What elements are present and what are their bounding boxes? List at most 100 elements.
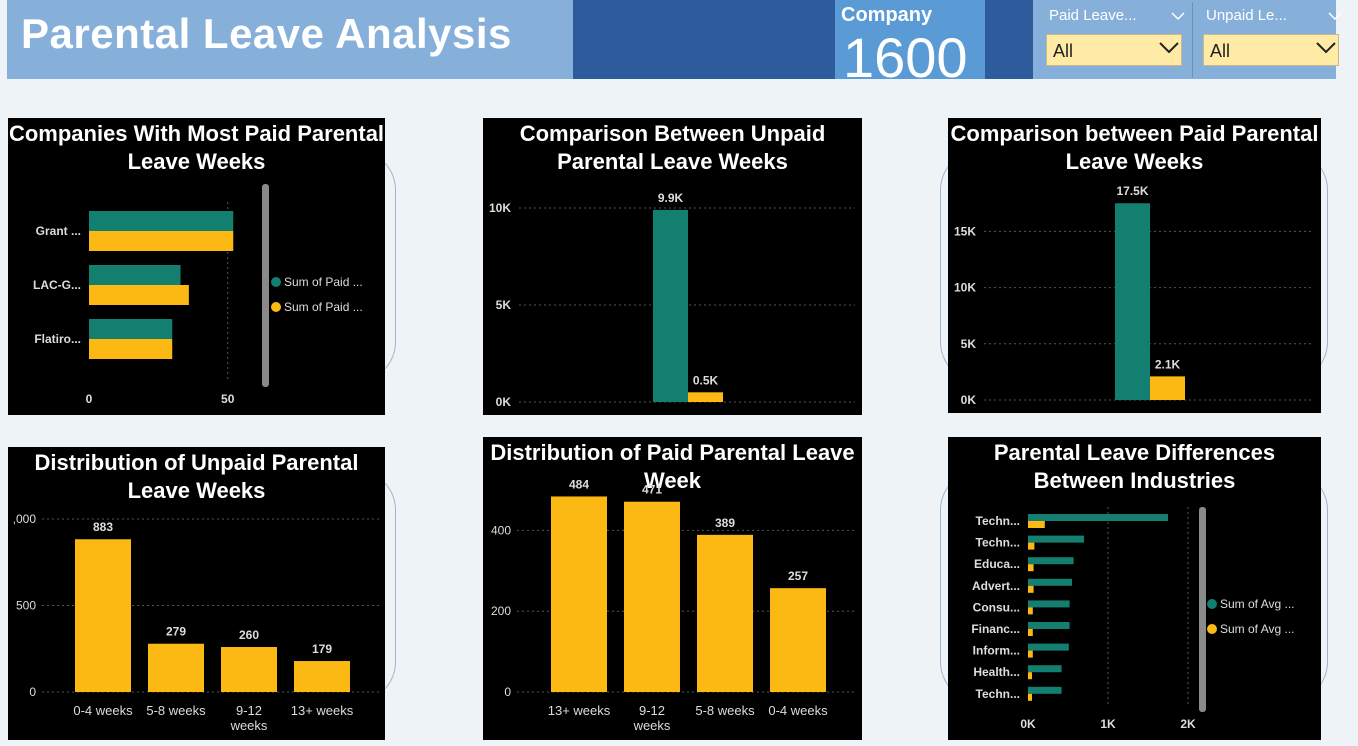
company-count-card[interactable]: Company 1600 xyxy=(835,0,985,79)
paid-leave-slicer[interactable]: Paid Leave... All xyxy=(1046,0,1191,79)
unpaid-distribution-panel[interactable]: Distribution of Unpaid Parental Leave We… xyxy=(8,447,385,740)
bar xyxy=(1028,557,1074,565)
y-tick-label: 5K xyxy=(496,298,512,312)
legend-label: Sum of Paid ... xyxy=(284,300,363,314)
bar xyxy=(1028,686,1062,694)
kpi-value: 1600 xyxy=(843,26,968,79)
slicer-title: Unpaid Le... xyxy=(1206,7,1287,24)
x-tick-label: 9-12 xyxy=(236,703,262,718)
y-tick-label: LAC-G... xyxy=(33,278,81,292)
bar xyxy=(1028,650,1033,658)
paid-leave-dropdown[interactable]: All xyxy=(1046,34,1182,66)
bar xyxy=(1028,643,1069,651)
bar xyxy=(1028,542,1035,550)
data-label: 0.5K xyxy=(693,373,719,387)
legend-label: Sum of Paid ... xyxy=(284,275,363,289)
data-label: 484 xyxy=(569,477,589,491)
y-tick-label: 10K xyxy=(954,281,976,295)
industries-panel[interactable]: Parental Leave Differences Between Indus… xyxy=(948,437,1321,740)
bar xyxy=(770,588,826,692)
x-tick-label: 9-12 xyxy=(639,703,665,718)
chevron-down-icon[interactable] xyxy=(1328,8,1342,24)
x-tick-label: 13+ weeks xyxy=(291,703,354,718)
unpaid-comparison-panel[interactable]: Comparison Between Unpaid Parental Leave… xyxy=(483,118,862,415)
bar xyxy=(688,392,723,402)
bar xyxy=(1150,376,1185,400)
legend-label: Sum of Avg ... xyxy=(1220,622,1294,636)
bar xyxy=(1028,629,1033,636)
data-label: 179 xyxy=(312,642,332,656)
paid-comparison-chart[interactable]: 0K 5K 10K 15K 17.5K 2.1K xyxy=(948,118,1321,413)
industries-bar-chart[interactable]: 0K 1K 2K Techn... Techn... Educa... Advert... C… xyxy=(948,437,1321,740)
y-tick-label: 0K xyxy=(961,393,977,407)
x-tick-label: 0K xyxy=(1020,717,1036,731)
slicer-title: Paid Leave... xyxy=(1049,7,1137,24)
paid-distribution-chart[interactable]: 0 200 400 484 13+ weeks 471 9-12weeks 389 5-8 we… xyxy=(483,437,862,740)
paid-comparison-panel[interactable]: Comparison between Paid Parental Leave W… xyxy=(948,118,1321,413)
kpi-label: Company xyxy=(841,4,933,26)
y-tick-label: Techn... xyxy=(976,687,1020,701)
bar xyxy=(1028,672,1032,680)
bar xyxy=(148,643,204,692)
companies-most-paid-panel[interactable]: Companies With Most Paid Parental Leave … xyxy=(8,118,385,415)
y-tick-label: 0 xyxy=(504,685,511,699)
y-tick-label: 15K xyxy=(954,224,976,238)
data-label: 257 xyxy=(788,569,808,583)
x-tick-label: 5-8 weeks xyxy=(146,703,206,718)
chevron-down-icon[interactable] xyxy=(1316,40,1336,54)
bar xyxy=(1028,521,1045,528)
y-tick-label: Grant ... xyxy=(36,224,81,238)
bar xyxy=(1028,564,1034,572)
y-tick-label: Techn... xyxy=(976,514,1020,528)
legend-marker xyxy=(271,277,281,287)
x-tick-label: 5-8 weeks xyxy=(695,703,755,718)
data-label: 2.1K xyxy=(1155,357,1181,371)
y-tick-label: 0K xyxy=(496,395,512,409)
y-tick-label: ,000 xyxy=(13,512,37,526)
bar xyxy=(89,211,234,231)
unpaid-leave-dropdown[interactable]: All xyxy=(1203,34,1339,66)
y-tick-label: Advert... xyxy=(972,579,1020,593)
data-label: 471 xyxy=(642,483,662,497)
bar xyxy=(294,661,350,692)
y-tick-label: 5K xyxy=(961,337,977,351)
bar xyxy=(1028,535,1084,543)
bar xyxy=(89,231,234,251)
bar xyxy=(1028,665,1062,673)
bar xyxy=(551,496,607,692)
y-tick-label: Health... xyxy=(973,665,1020,679)
unpaid-distribution-chart[interactable]: 0 500 ,000 883 0-4 weeks 279 5-8 weeks 260 9-12w… xyxy=(8,447,385,740)
legend-marker xyxy=(271,302,281,312)
bar xyxy=(89,265,181,285)
bar xyxy=(89,339,173,359)
chevron-down-icon[interactable] xyxy=(1159,40,1179,54)
bar xyxy=(75,539,131,692)
legend-marker xyxy=(1207,624,1217,634)
companies-bar-chart[interactable]: 0 50 Grant ... LAC-G... Flatiro... Sum of Pai… xyxy=(8,118,385,415)
y-tick-label: 0 xyxy=(29,685,36,699)
bar xyxy=(1115,203,1150,400)
bar xyxy=(1028,622,1070,629)
scrollbar xyxy=(1199,507,1206,712)
dropdown-value: All xyxy=(1053,41,1074,61)
bar xyxy=(624,501,680,692)
chevron-down-icon[interactable] xyxy=(1171,8,1185,24)
bar xyxy=(221,647,277,692)
page-title: Parental Leave Analysis xyxy=(21,10,512,57)
bar xyxy=(1028,514,1168,521)
unpaid-comparison-chart[interactable]: 0K 5K 10K 9.9K 0.5K xyxy=(483,118,862,415)
x-tick-label: 1K xyxy=(1100,717,1116,731)
x-tick-label: weeks xyxy=(230,718,268,733)
bar xyxy=(89,319,173,339)
y-tick-label: 10K xyxy=(489,201,511,215)
unpaid-leave-slicer[interactable]: Unpaid Le... All xyxy=(1203,0,1348,79)
y-tick-label: Inform... xyxy=(973,644,1020,658)
paid-distribution-panel[interactable]: Distribution of Paid Parental Leave Week… xyxy=(483,437,862,740)
legend-label: Sum of Avg ... xyxy=(1220,597,1294,611)
y-tick-label: Financ... xyxy=(971,622,1020,636)
x-tick-label: 0-4 weeks xyxy=(73,703,133,718)
bar xyxy=(653,209,688,402)
bar xyxy=(1028,600,1070,608)
y-tick-label: Techn... xyxy=(976,536,1020,550)
bar xyxy=(1028,578,1072,586)
